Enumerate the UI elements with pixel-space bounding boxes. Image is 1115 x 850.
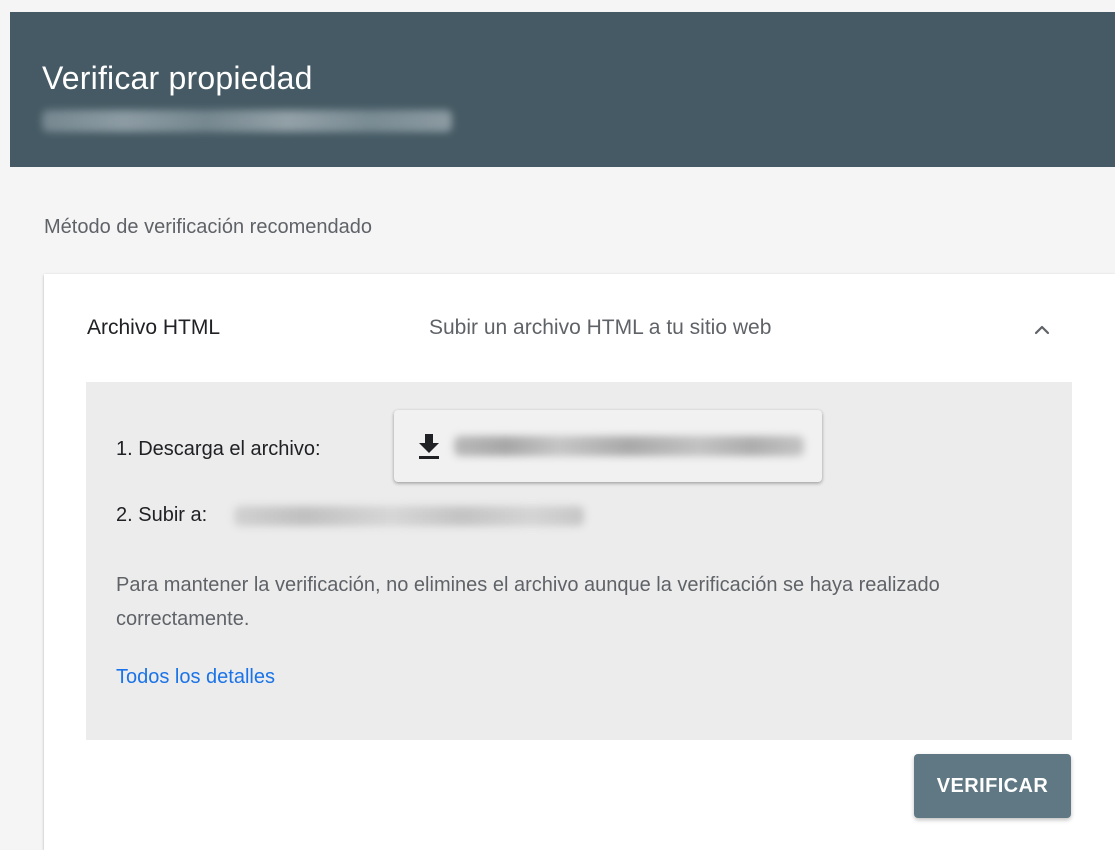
- page-title: Verificar propiedad: [42, 60, 313, 96]
- method-details-panel: 1. Descarga el archivo: 2. Subir a: Para…: [86, 382, 1072, 740]
- method-name: Archivo HTML: [87, 316, 221, 339]
- section-label: Método de verificación recomendado: [44, 216, 372, 238]
- download-icon: [419, 434, 439, 459]
- step-upload-label: 2. Subir a:: [116, 504, 208, 526]
- file-name-redacted: [454, 436, 804, 456]
- verify-property-dialog: Verificar propiedad Método de verificaci…: [0, 0, 1115, 850]
- step-download-label: 1. Descarga el archivo:: [116, 438, 321, 460]
- verification-note: Para mantener la verificación, no elimin…: [116, 574, 940, 630]
- method-header[interactable]: Archivo HTML Subir un archivo HTML a tu …: [44, 274, 1115, 382]
- property-url-redacted: [42, 110, 452, 132]
- redacted-text: [454, 436, 804, 456]
- chevron-up-icon[interactable]: [1030, 318, 1054, 342]
- verification-method-card: Archivo HTML Subir un archivo HTML a tu …: [44, 274, 1115, 850]
- redacted-text: [42, 110, 452, 132]
- all-details-link[interactable]: Todos los detalles: [116, 666, 275, 689]
- upload-url-redacted: [234, 506, 584, 526]
- download-file-button[interactable]: [394, 410, 822, 482]
- verify-button[interactable]: VERIFICAR: [914, 754, 1071, 818]
- method-description: Subir un archivo HTML a tu sitio web: [429, 316, 772, 339]
- dialog-header: Verificar propiedad: [10, 12, 1115, 167]
- redacted-text: [234, 506, 584, 526]
